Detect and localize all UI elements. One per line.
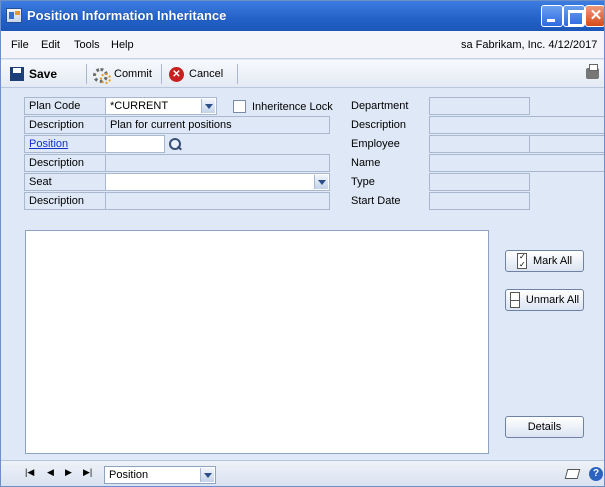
cancel-button[interactable]: ✕ Cancel [169,65,223,83]
window-app-icon [6,8,22,23]
cancel-label: Cancel [189,68,224,80]
previous-record-button[interactable]: ◀ [47,467,54,478]
browse-by-dropdown[interactable]: Position [104,466,216,484]
position-input[interactable] [105,135,165,153]
plan-description-field: Plan for current positions [105,116,330,134]
form-area: Plan Code *CURRENT Inheritence Lock Desc… [1,89,604,459]
lookup-icon[interactable] [168,137,182,151]
department-description-field [429,116,604,134]
toolbar: Save Commit ✕ Cancel [1,60,604,88]
close-icon: ✕ [589,7,603,24]
type-field [429,173,530,191]
save-label: Save [29,67,58,81]
browse-bar: |◀ ◀ ▶ ▶| Position ? [1,460,604,486]
employee-extra-field [529,135,604,153]
help-icon[interactable]: ? [589,467,603,481]
chevron-down-icon[interactable] [314,175,328,189]
user-company-date-status: sa Fabrikam, Inc. 4/12/2017 [461,39,598,51]
name-field [429,154,604,172]
mark-all-label: Mark All [532,255,573,267]
commit-button[interactable]: Commit [93,65,152,84]
menu-tools[interactable]: Tools [74,39,100,51]
start-date-label: Start Date [346,192,430,210]
start-date-field [429,192,530,210]
plan-code-label: Plan Code [24,97,106,115]
position-description-field [105,154,330,172]
menu-help[interactable]: Help [111,39,134,51]
next-record-button[interactable]: ▶ [65,467,72,478]
inheritance-lock-checkbox[interactable] [233,100,246,113]
menu-file[interactable]: File [11,39,29,51]
position-link[interactable]: Position [24,135,106,153]
name-label: Name [346,154,430,172]
unmark-all-label: Unmark All [525,294,580,306]
save-button[interactable]: Save [10,65,57,83]
details-button[interactable]: Details [505,416,584,438]
department-label: Department [346,97,430,115]
save-icon [10,67,24,81]
title-bar: Position Information Inheritance ✕ [1,1,604,31]
seat-description-label: Description [24,192,106,210]
chevron-down-icon[interactable] [201,99,215,113]
employee-field [429,135,530,153]
type-label: Type [346,173,430,191]
position-link-label[interactable]: Position [29,138,68,150]
browse-by-value: Position [109,469,149,481]
seat-description-field [105,192,330,210]
department-field [429,97,530,115]
printer-icon[interactable] [586,64,599,79]
inheritance-lock-label: Inheritence Lock [252,101,333,113]
department-description-label: Description [346,116,430,134]
close-button[interactable]: ✕ [585,5,604,27]
cancel-icon: ✕ [169,66,184,82]
details-label: Details [527,421,562,433]
commit-label: Commit [114,68,152,80]
commit-icon [93,66,111,84]
position-description-label: Description [24,154,106,172]
menu-bar: File Edit Tools Help sa Fabrikam, Inc. 4… [1,31,604,59]
toolbar-separator [237,64,238,84]
employee-label: Employee [346,135,430,153]
inheritance-list[interactable] [25,230,489,454]
minimize-button[interactable] [541,5,563,27]
plan-code-dropdown[interactable]: *CURRENT [105,97,217,115]
toolbar-separator [161,64,162,84]
seat-dropdown[interactable] [105,173,330,191]
unmark-all-icon [509,292,520,308]
maximize-button[interactable] [563,5,585,27]
toolbar-separator [86,64,87,84]
description-label: Description [24,116,106,134]
last-record-button[interactable]: ▶| [83,467,92,478]
window-title: Position Information Inheritance [27,8,227,23]
chevron-down-icon[interactable] [200,468,214,482]
unmark-all-button[interactable]: Unmark All [505,289,584,311]
window: Position Information Inheritance ✕ File … [0,0,605,487]
first-record-button[interactable]: |◀ [25,467,34,478]
note-icon[interactable] [564,469,581,479]
plan-code-value: *CURRENT [110,100,169,112]
seat-label: Seat [24,173,106,191]
mark-all-icon [516,252,527,269]
menu-edit[interactable]: Edit [41,39,60,51]
mark-all-button[interactable]: Mark All [505,250,584,272]
